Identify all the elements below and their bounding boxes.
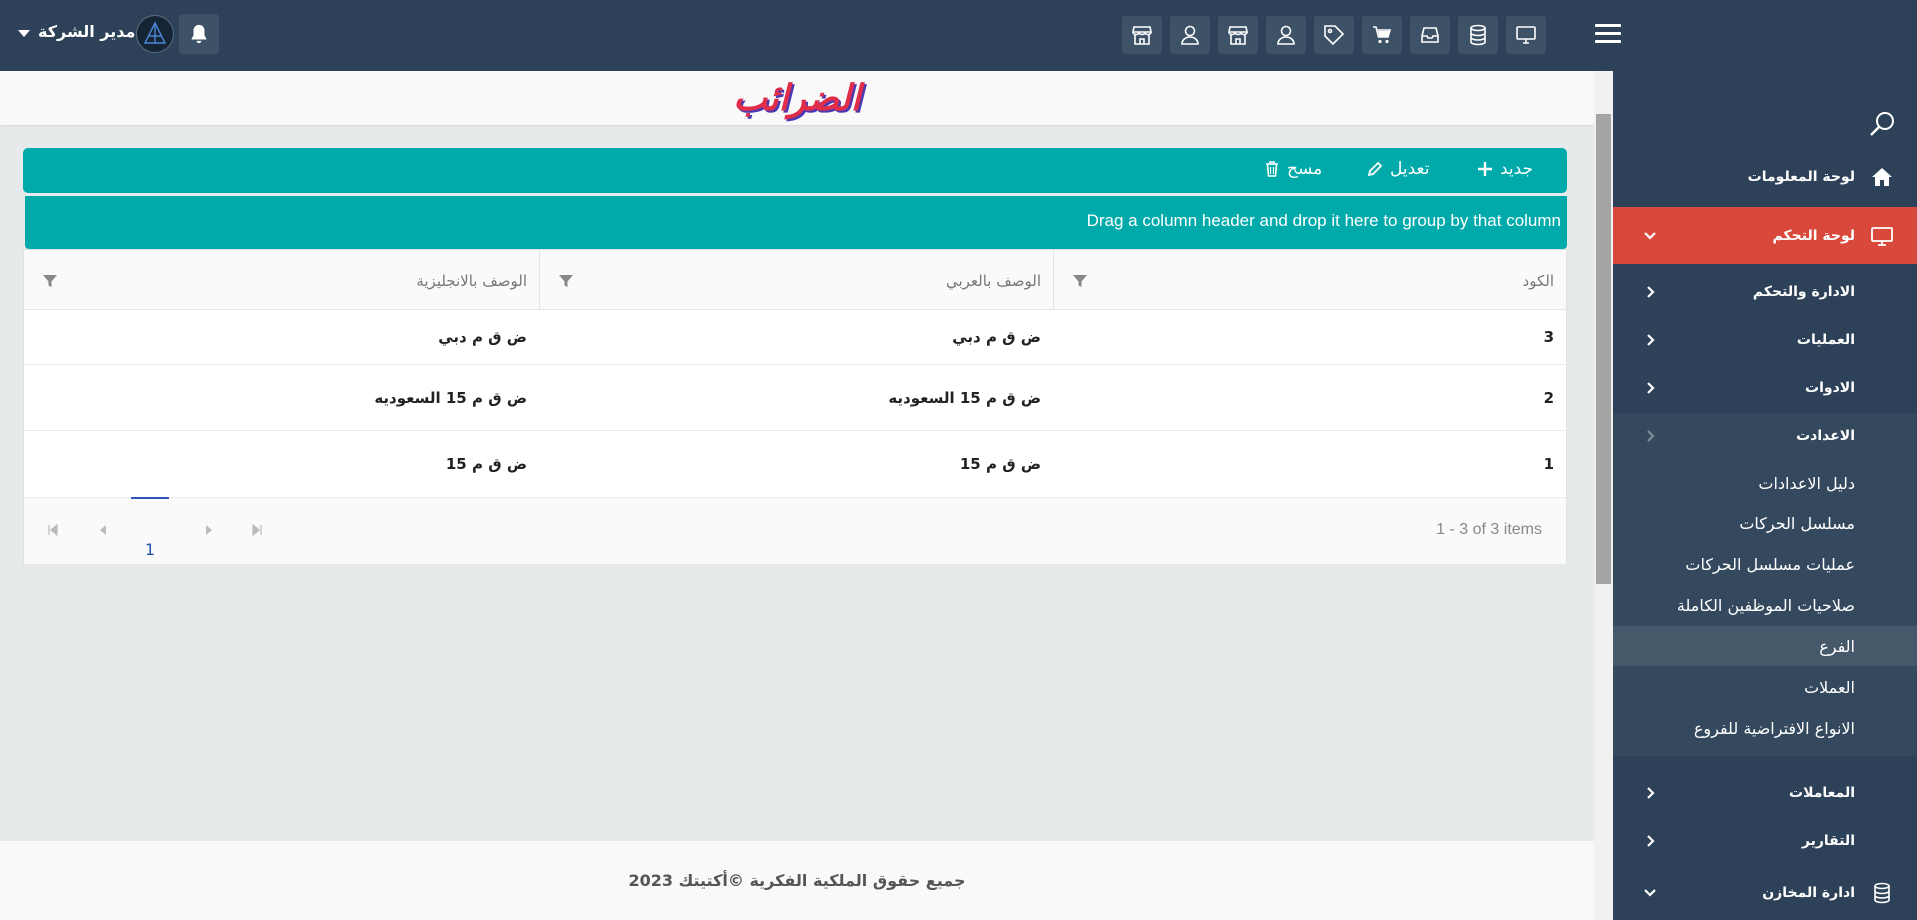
column-header-desc-en[interactable]: الوصف بالانجليزية [24, 250, 539, 310]
chevron-down-icon [1644, 889, 1656, 897]
new-button[interactable]: جديد [1476, 159, 1533, 179]
sidebar-item-control-panel[interactable]: لوحة التحكم [1613, 207, 1917, 264]
edit-button[interactable]: تعديل [1366, 159, 1429, 179]
submenu-item[interactable]: العملات [1613, 667, 1917, 707]
next-page-icon[interactable] [202, 523, 216, 537]
footer: جميع حقوق الملكية الفكرية ©أكتيتك 2023 [0, 841, 1594, 920]
plus-icon [1478, 162, 1492, 176]
cell-desc-ar: ض ق م دبي [952, 328, 1041, 346]
copyright: جميع حقوق الملكية الفكرية ©أكتيتك 2023 [628, 871, 966, 890]
cell-code: 3 [1543, 328, 1554, 346]
menu-toggle-button[interactable] [1591, 19, 1625, 53]
page-title: الضرائب [733, 77, 861, 119]
inbox-icon[interactable] [1410, 16, 1450, 54]
cell-desc-en: ض ق م دبي [438, 328, 527, 346]
submenu-item[interactable]: صلاحيات الموظفين الكاملة [1613, 585, 1917, 625]
filter-icon[interactable] [1072, 273, 1088, 289]
chevron-left-icon [1647, 286, 1655, 298]
cart-icon[interactable] [1362, 16, 1402, 54]
quick-tools [1122, 16, 1546, 54]
sidebar-item-settings[interactable]: الاعدادت [1613, 414, 1917, 458]
prev-page-icon[interactable] [96, 523, 110, 537]
submenu-item[interactable]: عمليات مسلسل الحركات [1613, 544, 1917, 584]
sidebar: لوحة المعلومات لوحة التحكم الادارة والتح… [1613, 71, 1917, 920]
user-icon[interactable] [1170, 16, 1210, 54]
chevron-left-icon [1647, 334, 1655, 346]
cell-desc-en: ض ق م 15 [445, 455, 527, 473]
database-icon [1874, 882, 1890, 904]
delete-button[interactable]: مسح [1263, 159, 1322, 179]
table-row[interactable]: 1 ض ق م 15 ض ق م 15 [24, 431, 1566, 498]
user-name[interactable]: مدير الشركة [38, 22, 135, 41]
filter-icon[interactable] [42, 273, 58, 289]
user-icon[interactable] [1266, 16, 1306, 54]
database-icon[interactable] [1458, 16, 1498, 54]
group-hint: Drag a column header and drop it here to… [1086, 211, 1561, 230]
cell-desc-ar: ض ق م 15 [959, 455, 1041, 473]
page-title-bar: الضرائب [0, 71, 1594, 125]
sidebar-item-reports[interactable]: التقارير [1613, 819, 1917, 863]
monitor-icon[interactable] [1506, 16, 1546, 54]
monitor-icon [1871, 226, 1893, 246]
sidebar-item-tools[interactable]: الادوات [1613, 366, 1917, 410]
cell-code: 1 [1543, 455, 1554, 473]
search-icon[interactable] [1867, 109, 1897, 139]
chevron-left-icon [1647, 382, 1655, 394]
avatar[interactable] [136, 15, 174, 53]
grid-toolbar: جديد تعديل مسح [23, 148, 1567, 193]
submenu-item[interactable]: الانواع الافتراضية للفروع [1613, 708, 1917, 748]
sidebar-item-admin[interactable]: الادارة والتحكم [1613, 270, 1917, 314]
chevron-left-icon [1647, 835, 1655, 847]
sidebar-item-operations[interactable]: العمليات [1613, 318, 1917, 362]
chevron-left-icon [1647, 787, 1655, 799]
last-page-icon[interactable] [250, 523, 264, 537]
chevron-left-icon [1647, 430, 1655, 442]
submenu-item[interactable]: مسلسل الحركات [1613, 503, 1917, 543]
cell-desc-ar: ض ق م 15 السعوديه [888, 388, 1041, 407]
trash-icon [1266, 161, 1278, 177]
pager-info: 1 - 3 of 3 items [1436, 521, 1542, 538]
top-header: مدير الشركة [0, 0, 1917, 71]
store-icon[interactable] [1122, 16, 1162, 54]
pager: 1 1 - 3 of 3 items [24, 497, 1566, 564]
tag-icon[interactable] [1314, 16, 1354, 54]
chevron-down-icon [1644, 231, 1656, 240]
column-header-code[interactable]: الكود [1053, 250, 1566, 310]
first-page-icon[interactable] [46, 523, 60, 537]
store-icon[interactable] [1218, 16, 1258, 54]
group-drop-zone[interactable]: Drag a column header and drop it here to… [25, 196, 1567, 249]
page-number[interactable]: 1 [131, 497, 169, 559]
cell-code: 2 [1543, 388, 1554, 407]
cell-desc-en: ض ق م 15 السعوديه [374, 388, 527, 407]
sidebar-item-warehouses[interactable]: ادارة المخازن [1613, 871, 1917, 915]
sidebar-item-dashboard[interactable]: لوحة المعلومات [1613, 157, 1917, 197]
settings-submenu: دليل الاعدادات مسلسل الحركات عمليات مسلس… [1613, 456, 1917, 756]
home-icon [1872, 168, 1892, 186]
submenu-item[interactable]: دليل الاعدادات [1613, 463, 1917, 503]
column-header-desc-ar[interactable]: الوصف بالعربي [539, 250, 1053, 310]
grid-header: الكود الوصف بالعربي الوصف بالانجليزية [24, 250, 1566, 310]
taxes-grid: الكود الوصف بالعربي الوصف بالانجليزية 3 … [23, 249, 1567, 564]
scrollbar[interactable] [1594, 71, 1613, 920]
table-row[interactable]: 3 ض ق م دبي ض ق م دبي [24, 310, 1566, 365]
filter-icon[interactable] [558, 273, 574, 289]
submenu-item-branch[interactable]: الفرع [1613, 626, 1917, 666]
pencil-icon [1367, 161, 1383, 177]
notifications-button[interactable] [179, 14, 219, 54]
table-row[interactable]: 2 ض ق م 15 السعوديه ض ق م 15 السعوديه [24, 365, 1566, 431]
scroll-thumb[interactable] [1596, 114, 1611, 584]
chevron-down-icon[interactable] [18, 30, 30, 37]
bell-icon [191, 24, 207, 44]
sidebar-item-transactions[interactable]: المعاملات [1613, 771, 1917, 815]
